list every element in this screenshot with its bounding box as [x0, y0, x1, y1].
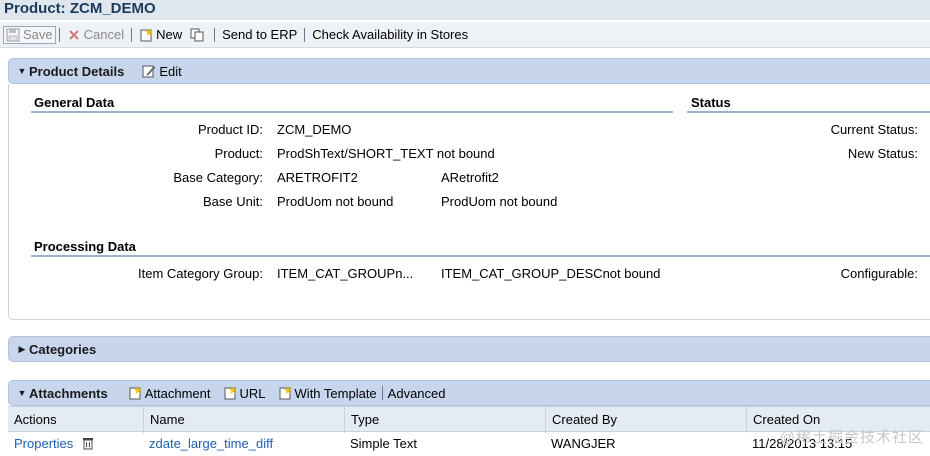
trash-icon[interactable] — [81, 435, 95, 450]
attachment-name-link[interactable]: zdate_large_time_diff — [143, 433, 273, 455]
expand-caret-icon[interactable]: ▶ — [15, 344, 29, 355]
status-heading: Status — [691, 95, 731, 110]
with-template-label: With Template — [294, 385, 377, 401]
collapse-caret-icon[interactable]: ▼ — [15, 66, 29, 76]
attachment-created-by: WANGJER — [551, 436, 616, 451]
attachments-title: Attachments — [29, 385, 108, 401]
save-label: Save — [23, 27, 53, 42]
general-data-rule — [31, 111, 673, 113]
product-value: ProdShText/SHORT_TEXT not bound — [277, 146, 495, 161]
base-unit-value: ProdUom not bound — [277, 194, 394, 209]
add-attachment-button[interactable]: Attachment — [126, 383, 213, 403]
save-button[interactable]: Save — [3, 25, 56, 44]
base-unit-label: Base Unit: — [203, 194, 263, 209]
product-id-label: Product ID: — [197, 122, 263, 137]
current-status-label: Current Status: — [830, 122, 918, 137]
attachment-type: Simple Text — [350, 436, 417, 451]
product-details-body: General Data Status Product ID: ZCM_DEMO… — [8, 84, 930, 320]
collapse-caret-icon[interactable]: ▼ — [15, 388, 29, 398]
attachments-header[interactable]: ▼ Attachments Attachment URL With Templa… — [8, 380, 930, 406]
categories-title: Categories — [29, 341, 97, 357]
new-button[interactable]: New — [135, 25, 186, 45]
url-label: URL — [239, 385, 266, 401]
item-category-group-description: ITEM_CAT_GROUP_DESCnot bound — [441, 266, 661, 281]
edit-button[interactable]: Edit — [142, 61, 182, 81]
new-label: New — [156, 27, 183, 42]
new-status-label: New Status: — [847, 146, 918, 161]
attachment-label: Attachment — [144, 385, 211, 401]
edit-label: Edit — [159, 63, 182, 79]
save-icon — [6, 28, 20, 42]
product-id-value: ZCM_DEMO — [277, 122, 352, 137]
title-bar: Product: ZCM_DEMO — [0, 0, 930, 20]
product-details-title: Product Details — [29, 63, 125, 79]
advanced-button[interactable]: Advanced — [386, 383, 448, 403]
column-header-created-by[interactable]: Created By — [545, 407, 747, 433]
item-category-group-value: ITEM_CAT_GROUPn... — [277, 266, 414, 281]
categories-header[interactable]: ▶ Categories — [8, 336, 930, 362]
new-document-icon — [223, 386, 237, 400]
cancel-button[interactable]: Cancel — [63, 25, 128, 45]
send-to-erp-button[interactable]: Send to ERP — [218, 25, 301, 45]
add-url-button[interactable]: URL — [221, 383, 268, 403]
new-document-icon — [278, 386, 292, 400]
page-title: Product: ZCM_DEMO — [4, 0, 156, 17]
column-header-type[interactable]: Type — [344, 407, 546, 433]
toolbar-separator — [214, 27, 216, 42]
cancel-label: Cancel — [83, 27, 125, 42]
toolbar-separator — [381, 386, 383, 400]
processing-data-heading: Processing Data — [34, 239, 136, 254]
base-category-description: ARetrofit2 — [441, 170, 499, 185]
check-availability-button[interactable]: Check Availability in Stores — [308, 25, 472, 45]
column-header-name[interactable]: Name — [143, 407, 345, 433]
product-label: Product: — [214, 146, 263, 161]
toolbar-separator — [304, 27, 306, 42]
base-unit-description: ProdUom not bound — [441, 194, 558, 209]
edit-icon — [142, 64, 156, 78]
general-data-heading: General Data — [34, 95, 115, 110]
item-category-group-label: Item Category Group: — [138, 266, 263, 281]
main-toolbar: Save Cancel New Send to ERP Check Availa… — [0, 22, 930, 48]
toolbar-separator — [58, 27, 60, 42]
copy-button[interactable] — [186, 25, 211, 45]
product-details-header[interactable]: ▼ Product Details Edit — [8, 58, 930, 84]
base-category-value: ARETROFIT2 — [277, 170, 358, 185]
cancel-icon — [67, 28, 81, 42]
with-template-button[interactable]: With Template — [276, 383, 379, 403]
processing-data-rule — [31, 255, 930, 257]
configurable-label: Configurable: — [840, 266, 918, 281]
base-category-label: Base Category: — [173, 170, 263, 185]
row-actions-cell: Properties — [8, 433, 98, 455]
new-document-icon — [128, 386, 142, 400]
column-header-actions[interactable]: Actions — [8, 407, 144, 433]
toolbar-separator — [131, 27, 133, 42]
status-rule — [687, 111, 930, 113]
copy-icon — [190, 28, 204, 42]
watermark: @稀土掘金技术社区 — [779, 429, 924, 446]
new-document-icon — [139, 27, 154, 42]
properties-link[interactable]: Properties — [14, 436, 73, 451]
